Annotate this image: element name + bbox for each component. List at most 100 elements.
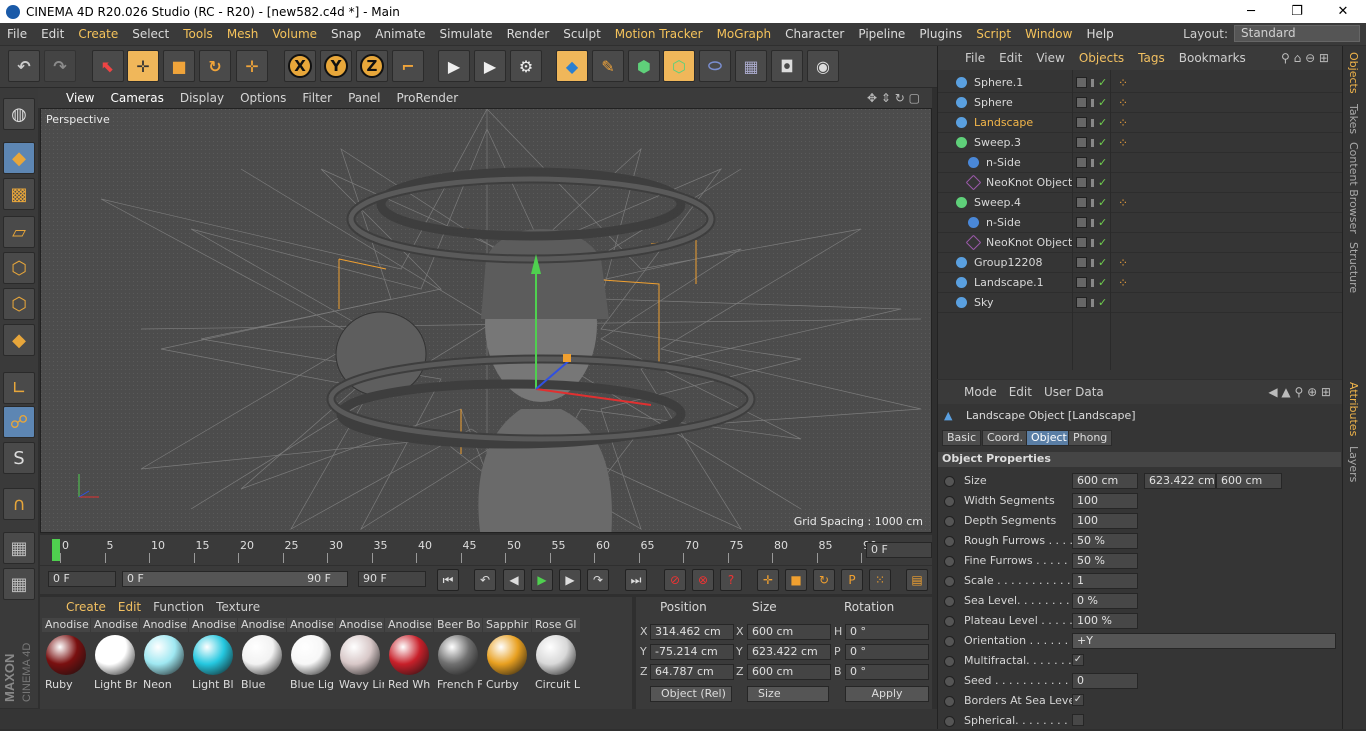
object-name[interactable]: Sphere.1 (974, 76, 1023, 89)
visibility-dots[interactable] (1091, 98, 1094, 107)
menu-script[interactable]: Script (969, 27, 1018, 41)
phong-tag-icon[interactable]: ⁘ (1118, 76, 1128, 90)
object-visibility-flags[interactable]: ✓ (1076, 156, 1107, 169)
close-button[interactable]: ✕ (1320, 0, 1366, 23)
menu-create[interactable]: Create (71, 27, 125, 41)
menu-character[interactable]: Character (778, 27, 851, 41)
layer-swatch[interactable] (1076, 177, 1087, 188)
position-z-field[interactable]: 64.787 cm (650, 664, 734, 680)
property-animate-icon[interactable] (944, 636, 955, 647)
size-mode-dropdown[interactable]: Size (747, 686, 829, 702)
object-row[interactable]: Sweep.3 ✓ ⁘ (938, 133, 1343, 153)
object-row[interactable]: Sweep.4 ✓ ⁘ (938, 193, 1343, 213)
next-key-icon[interactable]: ↷ (587, 569, 609, 591)
side-tab-structure[interactable]: Structure (1347, 242, 1360, 293)
current-frame-field[interactable]: 0 F (866, 542, 932, 558)
object-row[interactable]: NeoKnot Object ✓ (938, 173, 1343, 193)
rotation-h-field[interactable]: 0 ° (845, 624, 929, 640)
material-menu-create[interactable]: Create (60, 600, 112, 614)
property-animate-icon[interactable] (944, 616, 955, 627)
minimize-button[interactable]: ─ (1228, 0, 1274, 23)
material-swatch[interactable]: Rose Gl Circuit L (532, 618, 580, 698)
maximize-button[interactable]: ❐ (1274, 0, 1320, 23)
viewport-menu-panel[interactable]: Panel (340, 91, 388, 105)
attr-tab-phong[interactable]: Phong (1068, 430, 1113, 446)
property-input[interactable]: 100 (1072, 493, 1138, 509)
layer-swatch[interactable] (1076, 257, 1087, 268)
start-frame-field[interactable]: 0 F (48, 571, 116, 587)
timeline-ruler[interactable]: 051015202530354045505560657075808590 0 F (40, 535, 932, 565)
layer-swatch[interactable] (1076, 217, 1087, 228)
material-swatch[interactable]: Anodise Light Br (91, 618, 139, 698)
enable-check-icon[interactable]: ✓ (1098, 116, 1107, 129)
enable-check-icon[interactable]: ✓ (1098, 256, 1107, 269)
make-editable-icon[interactable]: ◍ (3, 98, 35, 130)
size-x-input[interactable]: 600 cm (1072, 473, 1138, 489)
y-axis-lock-icon[interactable]: Y (320, 50, 352, 82)
perspective-viewport[interactable]: Perspective Grid Spacing : 1000 cm (40, 108, 932, 533)
object-visibility-flags[interactable]: ✓ (1076, 216, 1107, 229)
property-input[interactable]: 50 % (1072, 553, 1138, 569)
menu-pipeline[interactable]: Pipeline (851, 27, 912, 41)
object-name[interactable]: NeoKnot Object (986, 236, 1072, 249)
objects-menu-file[interactable]: File (958, 51, 992, 65)
size-y-input[interactable]: 623.422 cm (1144, 473, 1216, 489)
visibility-dots[interactable] (1091, 178, 1094, 187)
object-name[interactable]: n-Side (986, 156, 1021, 169)
object-row[interactable]: Landscape ✓ ⁘ (938, 113, 1343, 133)
objects-menu-tags[interactable]: Tags (1131, 51, 1172, 65)
objects-menu-edit[interactable]: Edit (992, 51, 1029, 65)
undo-icon[interactable]: ↶ (8, 50, 40, 82)
objects-menu-objects[interactable]: Objects (1072, 51, 1131, 65)
cube-object-icon[interactable]: ◆ (556, 50, 588, 82)
phong-tag-icon[interactable]: ⁘ (1118, 256, 1128, 270)
object-name[interactable]: Landscape.1 (974, 276, 1044, 289)
material-swatch[interactable]: Anodise Ruby (42, 618, 90, 698)
side-tab-content-browser[interactable]: Content Browser (1347, 142, 1360, 234)
locked-workplane-icon[interactable]: ▦ (3, 568, 35, 600)
render-picture-viewer-icon[interactable]: ▶ (474, 50, 506, 82)
menu-edit[interactable]: Edit (34, 27, 71, 41)
property-animate-icon[interactable] (944, 476, 955, 487)
points-mode-icon[interactable]: ⬡ (3, 252, 35, 284)
visibility-dots[interactable] (1091, 258, 1094, 267)
material-swatch[interactable]: Anodise Light Bl (189, 618, 237, 698)
menu-sculpt[interactable]: Sculpt (556, 27, 607, 41)
menu-simulate[interactable]: Simulate (433, 27, 500, 41)
layout-dropdown[interactable]: Standard (1234, 25, 1360, 42)
previous-frame-icon[interactable]: ◀ (503, 569, 525, 591)
object-visibility-flags[interactable]: ✓ (1076, 176, 1107, 189)
enable-check-icon[interactable]: ✓ (1098, 216, 1107, 229)
property-input[interactable]: 0 (1072, 673, 1138, 689)
material-swatch[interactable]: Anodise Blue (238, 618, 286, 698)
enable-check-icon[interactable]: ✓ (1098, 236, 1107, 249)
recent-tools-icon[interactable]: ✛ (236, 50, 268, 82)
phong-tag-icon[interactable]: ⁘ (1118, 116, 1128, 130)
menu-render[interactable]: Render (500, 27, 557, 41)
property-animate-icon[interactable] (944, 496, 955, 507)
key-position-icon[interactable]: ✛ (757, 569, 779, 591)
attr-tab-coord[interactable]: Coord. (982, 430, 1028, 446)
move-tool-icon[interactable]: ✛ (127, 50, 159, 82)
go-to-start-icon[interactable]: ⏮ (437, 569, 459, 591)
menu-tools[interactable]: Tools (176, 27, 220, 41)
object-row[interactable]: Group12208 ✓ ⁘ (938, 253, 1343, 273)
object-name[interactable]: NeoKnot Object (986, 176, 1072, 189)
visibility-dots[interactable] (1091, 218, 1094, 227)
polygons-mode-icon[interactable]: ◆ (3, 324, 35, 356)
next-frame-icon[interactable]: ▶ (559, 569, 581, 591)
attr-tab-basic[interactable]: Basic (942, 430, 982, 446)
property-animate-icon[interactable] (944, 596, 955, 607)
property-animate-icon[interactable] (944, 576, 955, 587)
object-name[interactable]: Sweep.3 (974, 136, 1021, 149)
material-swatch[interactable]: Sapphir Curby (483, 618, 531, 698)
objects-search-icons[interactable]: ⚲ ⌂ ⊖ ⊞ (1274, 51, 1336, 65)
objects-menu-view[interactable]: View (1029, 51, 1071, 65)
record-keys-icon[interactable]: ⊘ (664, 569, 686, 591)
menu-plugins[interactable]: Plugins (912, 27, 969, 41)
property-input[interactable]: 50 % (1072, 533, 1138, 549)
property-input[interactable]: 100 (1072, 513, 1138, 529)
object-row[interactable]: n-Side ✓ (938, 153, 1343, 173)
attr-menu-edit[interactable]: Edit (1003, 385, 1038, 399)
subdivision-surface-icon[interactable]: ⬢ (628, 50, 660, 82)
